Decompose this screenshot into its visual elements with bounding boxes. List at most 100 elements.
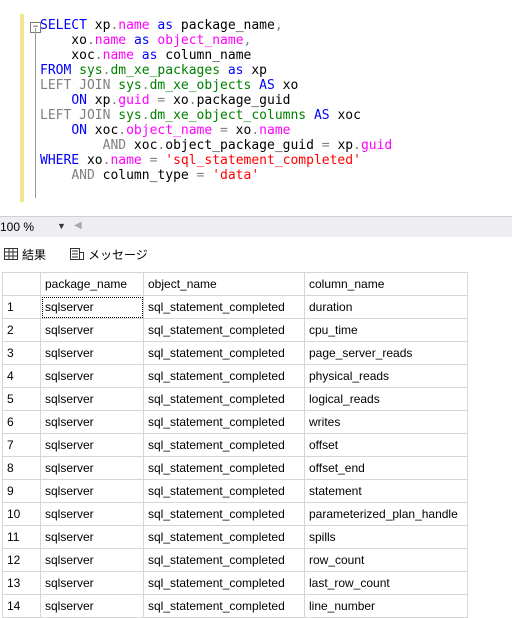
scroll-left-icon[interactable]: ◀ bbox=[74, 220, 82, 231]
table-row[interactable]: 6 sqlserver sql_statement_completed writes bbox=[2, 410, 468, 434]
cell-column-name[interactable]: line_number bbox=[304, 594, 468, 618]
cell-object-name[interactable]: sql_statement_completed bbox=[143, 548, 305, 572]
cell-object-name[interactable]: sql_statement_completed bbox=[143, 387, 305, 411]
code-token: object_name bbox=[126, 123, 213, 138]
sql-editor[interactable]: − SELECT xp.name as package_name, xo.nam… bbox=[0, 0, 512, 216]
results-grid[interactable]: package_name object_name column_name 1 sq… bbox=[2, 272, 512, 618]
cell-object-name[interactable]: sql_statement_completed bbox=[143, 433, 305, 457]
cell-package-name[interactable]: sqlserver bbox=[40, 479, 144, 503]
cell-column-name[interactable]: logical_reads bbox=[304, 387, 468, 411]
cell-column-name[interactable]: cpu_time bbox=[304, 318, 468, 342]
code-token: , bbox=[274, 18, 283, 33]
code-token: xp bbox=[243, 63, 267, 78]
row-number[interactable]: 11 bbox=[2, 525, 41, 549]
cell-object-name[interactable]: sql_statement_completed bbox=[143, 594, 305, 618]
cell-package-name[interactable]: sqlserver bbox=[40, 387, 144, 411]
row-number[interactable]: 2 bbox=[2, 318, 41, 342]
cell-object-name[interactable]: sql_statement_completed bbox=[143, 410, 305, 434]
cell-package-name[interactable]: sqlserver bbox=[40, 410, 144, 434]
cell-column-name[interactable]: offset_end bbox=[304, 456, 468, 480]
cell-object-name[interactable]: sql_statement_completed bbox=[143, 341, 305, 365]
code-token: xo bbox=[79, 153, 103, 168]
cell-object-name[interactable]: sql_statement_completed bbox=[143, 318, 305, 342]
cell-column-name[interactable]: physical_reads bbox=[304, 364, 468, 388]
table-row[interactable]: 1 sqlserver sql_statement_completed duratio… bbox=[2, 295, 468, 319]
row-number[interactable]: 12 bbox=[2, 548, 41, 572]
cell-column-name[interactable]: offset bbox=[304, 433, 468, 457]
table-row[interactable]: 5 sqlserver sql_statement_completed logical… bbox=[2, 387, 468, 411]
row-number[interactable]: 9 bbox=[2, 479, 41, 503]
cell-column-name[interactable]: duration bbox=[304, 295, 468, 319]
code-token: column_type bbox=[94, 168, 197, 183]
cell-column-name[interactable]: statement bbox=[304, 479, 468, 503]
row-number[interactable]: 1 bbox=[2, 295, 41, 319]
cell-column-name[interactable]: last_row_count bbox=[304, 571, 468, 595]
column-header-column-name[interactable]: column_name bbox=[304, 272, 468, 296]
row-number[interactable]: 7 bbox=[2, 433, 41, 457]
code-token: ON bbox=[71, 93, 87, 108]
column-header-package-name[interactable]: package_name bbox=[40, 272, 144, 296]
table-row[interactable]: 7 sqlserver sql_statement_completed offset bbox=[2, 433, 468, 457]
row-number[interactable]: 5 bbox=[2, 387, 41, 411]
row-number[interactable]: 4 bbox=[2, 364, 41, 388]
cell-package-name[interactable]: sqlserver bbox=[40, 318, 144, 342]
code-token: , bbox=[243, 33, 252, 48]
editor-status-strip: 100 % ▼ ◀ bbox=[0, 216, 512, 237]
cell-object-name[interactable]: sql_statement_completed bbox=[143, 571, 305, 595]
table-row[interactable]: 11 sqlserver sql_statement_completed spills bbox=[2, 525, 468, 549]
header-row: package_name object_name column_name bbox=[2, 272, 468, 296]
row-number[interactable]: 8 bbox=[2, 456, 41, 480]
table-row[interactable]: 10 sqlserver sql_statement_completed parame… bbox=[2, 502, 468, 526]
row-number[interactable]: 6 bbox=[2, 410, 41, 434]
change-tracking-bar bbox=[20, 14, 24, 202]
tab-messages[interactable]: メッセージ bbox=[70, 244, 148, 264]
cell-package-name[interactable]: sqlserver bbox=[40, 525, 144, 549]
table-row[interactable]: 3 sqlserver sql_statement_completed page_se… bbox=[2, 341, 468, 365]
cell-column-name[interactable]: page_server_reads bbox=[304, 341, 468, 365]
tab-results[interactable]: 結果 bbox=[4, 244, 46, 264]
code-token: dm_xe_object_columns bbox=[149, 108, 307, 123]
cell-column-name[interactable]: writes bbox=[304, 410, 468, 434]
row-number[interactable]: 3 bbox=[2, 341, 41, 365]
table-row[interactable]: 8 sqlserver sql_statement_completed offset_… bbox=[2, 456, 468, 480]
cell-package-name[interactable]: sqlserver bbox=[40, 571, 144, 595]
table-row[interactable]: 2 sqlserver sql_statement_completed cpu_tim… bbox=[2, 318, 468, 342]
cell-column-name[interactable]: row_count bbox=[304, 548, 468, 572]
row-number[interactable]: 10 bbox=[2, 502, 41, 526]
cell-package-name[interactable]: sqlserver bbox=[40, 433, 144, 457]
cell-object-name[interactable]: sql_statement_completed bbox=[143, 525, 305, 549]
table-row[interactable]: 12 sqlserver sql_statement_completed row_co… bbox=[2, 548, 468, 572]
cell-object-name[interactable]: sql_statement_completed bbox=[143, 364, 305, 388]
row-number[interactable]: 14 bbox=[2, 594, 41, 618]
cell-package-name[interactable]: sqlserver bbox=[40, 341, 144, 365]
cell-column-name[interactable]: parameterized_plan_handle bbox=[304, 502, 468, 526]
table-row[interactable]: 9 sqlserver sql_statement_completed stateme… bbox=[2, 479, 468, 503]
cell-package-name[interactable]: sqlserver bbox=[40, 594, 144, 618]
cell-package-name[interactable]: sqlserver bbox=[40, 502, 144, 526]
table-row[interactable]: 14 sqlserver sql_statement_completed line_n… bbox=[2, 594, 468, 618]
zoom-level[interactable]: 100 % bbox=[0, 220, 34, 234]
cell-object-name[interactable]: sql_statement_completed bbox=[143, 456, 305, 480]
sql-code[interactable]: SELECT xp.name as package_name, xo.name … bbox=[40, 18, 392, 183]
cell-object-name[interactable]: sql_statement_completed bbox=[143, 295, 305, 319]
cell-package-name[interactable]: sqlserver bbox=[40, 548, 144, 572]
cell-package-name[interactable]: sqlserver bbox=[40, 364, 144, 388]
code-token: FROM bbox=[40, 63, 72, 78]
code-token: column_name bbox=[157, 48, 252, 63]
cell-object-name[interactable]: sql_statement_completed bbox=[143, 479, 305, 503]
column-header-object-name[interactable]: object_name bbox=[143, 272, 305, 296]
row-number[interactable]: 13 bbox=[2, 571, 41, 595]
zoom-dropdown-icon[interactable]: ▼ bbox=[57, 221, 66, 231]
cell-object-name[interactable]: sql_statement_completed bbox=[143, 502, 305, 526]
table-row[interactable]: 4 sqlserver sql_statement_completed physica… bbox=[2, 364, 468, 388]
grid-corner[interactable] bbox=[2, 272, 41, 296]
cell-package-name[interactable]: sqlserver bbox=[40, 295, 144, 319]
table-row[interactable]: 13 sqlserver sql_statement_completed last_r… bbox=[2, 571, 468, 595]
cell-column-name[interactable]: spills bbox=[304, 525, 468, 549]
cell-package-name[interactable]: sqlserver bbox=[40, 456, 144, 480]
